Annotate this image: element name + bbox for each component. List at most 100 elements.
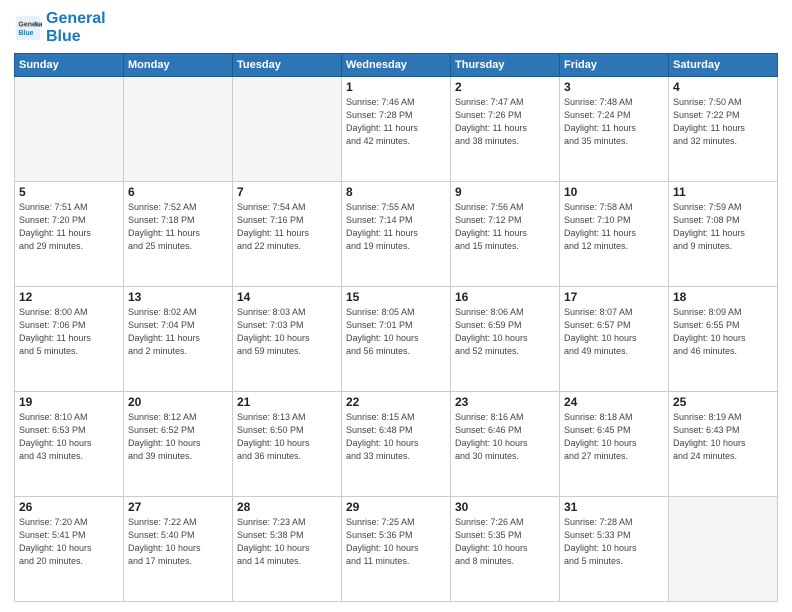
day-info: Sunrise: 8:00 AM Sunset: 7:06 PM Dayligh… [19,306,119,358]
day-number: 8 [346,185,446,199]
day-info: Sunrise: 7:23 AM Sunset: 5:38 PM Dayligh… [237,516,337,568]
day-info: Sunrise: 8:06 AM Sunset: 6:59 PM Dayligh… [455,306,555,358]
day-info: Sunrise: 7:22 AM Sunset: 5:40 PM Dayligh… [128,516,228,568]
day-number: 13 [128,290,228,304]
calendar-cell [124,77,233,182]
calendar-cell: 18 Sunrise: 8:09 AM Sunset: 6:55 PM Dayli… [669,287,778,392]
calendar-cell: 23 Sunrise: 8:16 AM Sunset: 6:46 PM Dayli… [451,392,560,497]
weekday-header: Thursday [451,54,560,77]
calendar-cell: 1Sunrise: 7:46 AM Sunset: 7:28 PM Daylig… [342,77,451,182]
header: General Blue GeneralBlue [14,10,778,45]
day-info: Sunrise: 8:12 AM Sunset: 6:52 PM Dayligh… [128,411,228,463]
day-number: 2 [455,80,555,94]
day-info: Sunrise: 7:55 AM Sunset: 7:14 PM Dayligh… [346,201,446,253]
logo-icon: General Blue [14,14,42,42]
calendar-cell: 13 Sunrise: 8:02 AM Sunset: 7:04 PM Dayli… [124,287,233,392]
day-number: 3 [564,80,664,94]
calendar-cell: 7Sunrise: 7:54 AM Sunset: 7:16 PM Daylig… [233,182,342,287]
day-number: 27 [128,500,228,514]
calendar-cell: 6Sunrise: 7:52 AM Sunset: 7:18 PM Daylig… [124,182,233,287]
calendar-cell: 27 Sunrise: 7:22 AM Sunset: 5:40 PM Dayli… [124,497,233,602]
day-number: 26 [19,500,119,514]
weekday-header: Monday [124,54,233,77]
day-number: 24 [564,395,664,409]
calendar-cell: 31 Sunrise: 7:28 AM Sunset: 5:33 PM Dayli… [560,497,669,602]
calendar-cell: 29 Sunrise: 7:25 AM Sunset: 5:36 PM Dayli… [342,497,451,602]
calendar-cell: 10 Sunrise: 7:58 AM Sunset: 7:10 PM Dayli… [560,182,669,287]
calendar-cell: 21Sunrise: 8:13 AM Sunset: 6:50 PM Dayli… [233,392,342,497]
weekday-header: Sunday [15,54,124,77]
day-info: Sunrise: 7:58 AM Sunset: 7:10 PM Dayligh… [564,201,664,253]
day-info: Sunrise: 8:18 AM Sunset: 6:45 PM Dayligh… [564,411,664,463]
day-number: 29 [346,500,446,514]
day-info: Sunrise: 8:15 AM Sunset: 6:48 PM Dayligh… [346,411,446,463]
day-number: 1 [346,80,446,94]
day-info: Sunrise: 8:09 AM Sunset: 6:55 PM Dayligh… [673,306,773,358]
calendar-cell: 3 Sunrise: 7:48 AM Sunset: 7:24 PM Daylig… [560,77,669,182]
day-info: Sunrise: 8:13 AM Sunset: 6:50 PM Dayligh… [237,411,337,463]
day-info: Sunrise: 7:28 AM Sunset: 5:33 PM Dayligh… [564,516,664,568]
logo-text: GeneralBlue [46,10,106,45]
day-info: Sunrise: 8:10 AM Sunset: 6:53 PM Dayligh… [19,411,119,463]
day-info: Sunrise: 8:07 AM Sunset: 6:57 PM Dayligh… [564,306,664,358]
calendar-cell: 16 Sunrise: 8:06 AM Sunset: 6:59 PM Dayli… [451,287,560,392]
calendar-cell: 14Sunrise: 8:03 AM Sunset: 7:03 PM Dayli… [233,287,342,392]
calendar-cell: 4 Sunrise: 7:50 AM Sunset: 7:22 PM Daylig… [669,77,778,182]
day-info: Sunrise: 8:05 AM Sunset: 7:01 PM Dayligh… [346,306,446,358]
day-info: Sunrise: 7:47 AM Sunset: 7:26 PM Dayligh… [455,96,555,148]
day-number: 12 [19,290,119,304]
day-number: 15 [346,290,446,304]
day-number: 11 [673,185,773,199]
day-number: 19 [19,395,119,409]
calendar-cell: 19 Sunrise: 8:10 AM Sunset: 6:53 PM Dayli… [15,392,124,497]
day-info: Sunrise: 7:25 AM Sunset: 5:36 PM Dayligh… [346,516,446,568]
weekday-header: Wednesday [342,54,451,77]
calendar-cell: 17 Sunrise: 8:07 AM Sunset: 6:57 PM Dayli… [560,287,669,392]
day-number: 23 [455,395,555,409]
calendar-cell: 25 Sunrise: 8:19 AM Sunset: 6:43 PM Dayli… [669,392,778,497]
weekday-header: Friday [560,54,669,77]
day-info: Sunrise: 8:02 AM Sunset: 7:04 PM Dayligh… [128,306,228,358]
calendar-cell: 2 Sunrise: 7:47 AM Sunset: 7:26 PM Daylig… [451,77,560,182]
day-number: 9 [455,185,555,199]
calendar-cell: 12 Sunrise: 8:00 AM Sunset: 7:06 PM Dayli… [15,287,124,392]
calendar-cell: 20 Sunrise: 8:12 AM Sunset: 6:52 PM Dayli… [124,392,233,497]
day-number: 17 [564,290,664,304]
day-info: Sunrise: 7:59 AM Sunset: 7:08 PM Dayligh… [673,201,773,253]
day-info: Sunrise: 7:20 AM Sunset: 5:41 PM Dayligh… [19,516,119,568]
calendar-cell [15,77,124,182]
logo: General Blue GeneralBlue [14,10,106,45]
calendar-cell [669,497,778,602]
day-number: 16 [455,290,555,304]
calendar-cell: 24 Sunrise: 8:18 AM Sunset: 6:45 PM Dayli… [560,392,669,497]
calendar-cell [233,77,342,182]
day-info: Sunrise: 7:26 AM Sunset: 5:35 PM Dayligh… [455,516,555,568]
day-info: Sunrise: 7:48 AM Sunset: 7:24 PM Dayligh… [564,96,664,148]
day-number: 30 [455,500,555,514]
day-number: 20 [128,395,228,409]
calendar-cell: 26 Sunrise: 7:20 AM Sunset: 5:41 PM Dayli… [15,497,124,602]
calendar-cell: 8 Sunrise: 7:55 AM Sunset: 7:14 PM Daylig… [342,182,451,287]
day-number: 18 [673,290,773,304]
day-number: 5 [19,185,119,199]
day-number: 22 [346,395,446,409]
calendar-cell: 28 Sunrise: 7:23 AM Sunset: 5:38 PM Dayli… [233,497,342,602]
day-info: Sunrise: 7:56 AM Sunset: 7:12 PM Dayligh… [455,201,555,253]
day-info: Sunrise: 8:16 AM Sunset: 6:46 PM Dayligh… [455,411,555,463]
weekday-header: Saturday [669,54,778,77]
page: General Blue GeneralBlue SundayMondayTue… [0,0,792,612]
calendar-table: SundayMondayTuesdayWednesdayThursdayFrid… [14,53,778,602]
day-info: Sunrise: 7:52 AM Sunset: 7:18 PM Dayligh… [128,201,228,253]
calendar-cell: 9 Sunrise: 7:56 AM Sunset: 7:12 PM Daylig… [451,182,560,287]
day-info: Sunrise: 7:50 AM Sunset: 7:22 PM Dayligh… [673,96,773,148]
day-number: 28 [237,500,337,514]
calendar-cell: 15 Sunrise: 8:05 AM Sunset: 7:01 PM Dayli… [342,287,451,392]
day-info: Sunrise: 8:19 AM Sunset: 6:43 PM Dayligh… [673,411,773,463]
svg-text:Blue: Blue [18,30,33,37]
day-number: 4 [673,80,773,94]
day-number: 31 [564,500,664,514]
weekday-header: Tuesday [233,54,342,77]
day-number: 25 [673,395,773,409]
day-info: Sunrise: 7:54 AM Sunset: 7:16 PM Dayligh… [237,201,337,253]
day-number: 10 [564,185,664,199]
